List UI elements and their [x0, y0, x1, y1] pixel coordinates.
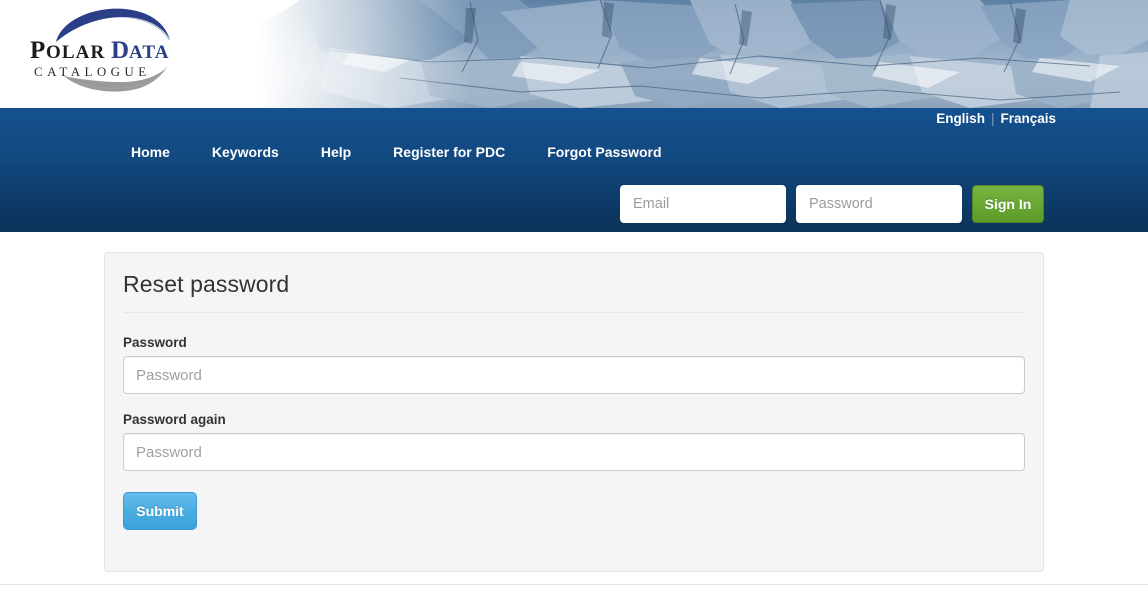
svg-text:D: D [111, 37, 129, 64]
footer-divider [0, 584, 1148, 585]
nav-item-home[interactable]: Home [131, 144, 170, 160]
password-again-input[interactable] [123, 433, 1025, 471]
page-content: Reset password Password Password again S… [0, 232, 1148, 594]
password-again-label: Password again [123, 412, 1025, 427]
page-title: Reset password [123, 271, 1025, 313]
nav-item-keywords[interactable]: Keywords [212, 144, 279, 160]
sign-in-button[interactable]: Sign In [972, 185, 1044, 223]
svg-text:P: P [30, 37, 46, 64]
password-again-field-group: Password again [123, 412, 1025, 471]
main-navbar: English | Français Home Keywords Help Re… [0, 108, 1148, 232]
password-input[interactable] [123, 356, 1025, 394]
password-field-group: Password [123, 335, 1025, 394]
submit-button[interactable]: Submit [123, 492, 197, 530]
password-label: Password [123, 335, 1025, 350]
reset-password-panel: Reset password Password Password again S… [104, 252, 1044, 572]
svg-text:OLAR: OLAR [46, 42, 105, 63]
language-link-english[interactable]: English [936, 111, 985, 126]
polar-data-catalogue-logo[interactable]: P OLAR D ATA CATALOGUE [14, 2, 214, 102]
nav-item-help[interactable]: Help [321, 144, 351, 160]
svg-text:ATA: ATA [129, 42, 170, 63]
language-switcher: English | Français [936, 111, 1056, 126]
language-separator: | [991, 111, 995, 126]
signin-email-input[interactable] [620, 185, 786, 223]
nav-item-register-for-pdc[interactable]: Register for PDC [393, 144, 505, 160]
signin-password-input[interactable] [796, 185, 962, 223]
primary-nav: Home Keywords Help Register for PDC Forg… [131, 144, 662, 160]
language-link-francais[interactable]: Français [1000, 111, 1056, 126]
signin-form: Sign In [620, 185, 1044, 223]
reset-password-form: Password Password again Submit [105, 313, 1043, 530]
svg-text:CATALOGUE: CATALOGUE [34, 64, 151, 79]
nav-item-forgot-password[interactable]: Forgot Password [547, 144, 661, 160]
site-banner: P OLAR D ATA CATALOGUE [0, 0, 1148, 108]
